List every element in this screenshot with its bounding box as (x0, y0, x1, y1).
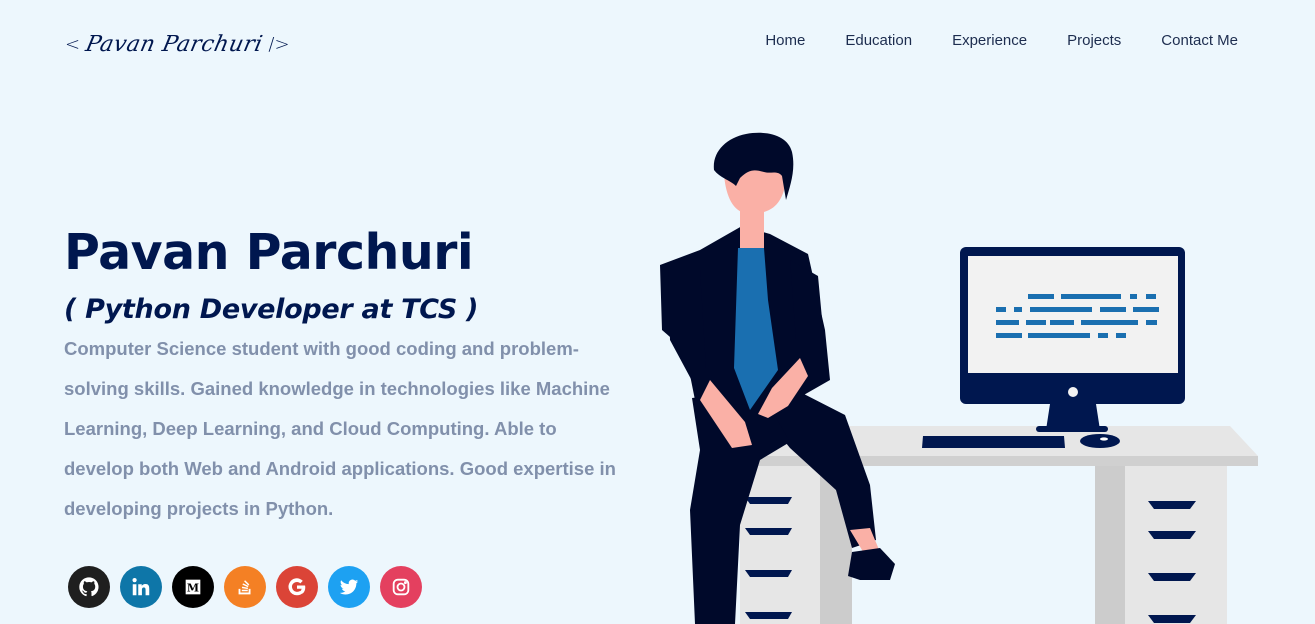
logo-close-bracket: /> (268, 33, 290, 55)
linkedin-icon (132, 578, 150, 596)
nav-contact-me[interactable]: Contact Me (1161, 32, 1238, 49)
twitter-link[interactable] (328, 566, 370, 608)
nav-home[interactable]: Home (765, 32, 805, 49)
nav-experience[interactable]: Experience (952, 32, 1027, 49)
instagram-icon (392, 578, 410, 596)
site-logo[interactable]: < Pavan Parchuri /> (65, 27, 290, 61)
mouse (1080, 434, 1120, 448)
nav-projects[interactable]: Projects (1067, 32, 1121, 49)
github-link[interactable] (68, 566, 110, 608)
google-link[interactable] (276, 566, 318, 608)
google-icon (288, 578, 306, 596)
medium-icon: M (185, 579, 201, 595)
social-links: M (68, 566, 422, 608)
keyboard (922, 436, 1065, 448)
twitter-icon (339, 579, 359, 595)
portfolio-page: < Pavan Parchuri /> Home Education Exper… (0, 0, 1315, 624)
developer-illustration (660, 132, 1258, 624)
medium-link[interactable]: M (172, 566, 214, 608)
site-header: < Pavan Parchuri /> Home Education Exper… (0, 0, 1315, 86)
github-icon (79, 577, 99, 597)
hero-bio: Computer Science student with good codin… (64, 338, 616, 519)
logo-open-bracket: < (65, 33, 81, 55)
instagram-link[interactable] (380, 566, 422, 608)
stackoverflow-link[interactable] (224, 566, 266, 608)
logo-signature: Pavan Parchuri (83, 31, 266, 57)
intro-section: Pavan Parchuri ( Python Developer at TCS… (64, 222, 624, 529)
main-nav: Home Education Experience Projects Conta… (765, 32, 1238, 49)
hero-name: Pavan Parchuri (64, 224, 474, 281)
monitor (960, 247, 1185, 432)
hero-role: ( Python Developer at TCS ) (64, 294, 479, 325)
nav-education[interactable]: Education (845, 32, 912, 49)
svg-text:M: M (187, 582, 199, 595)
linkedin-link[interactable] (120, 566, 162, 608)
stackoverflow-icon (238, 580, 251, 595)
